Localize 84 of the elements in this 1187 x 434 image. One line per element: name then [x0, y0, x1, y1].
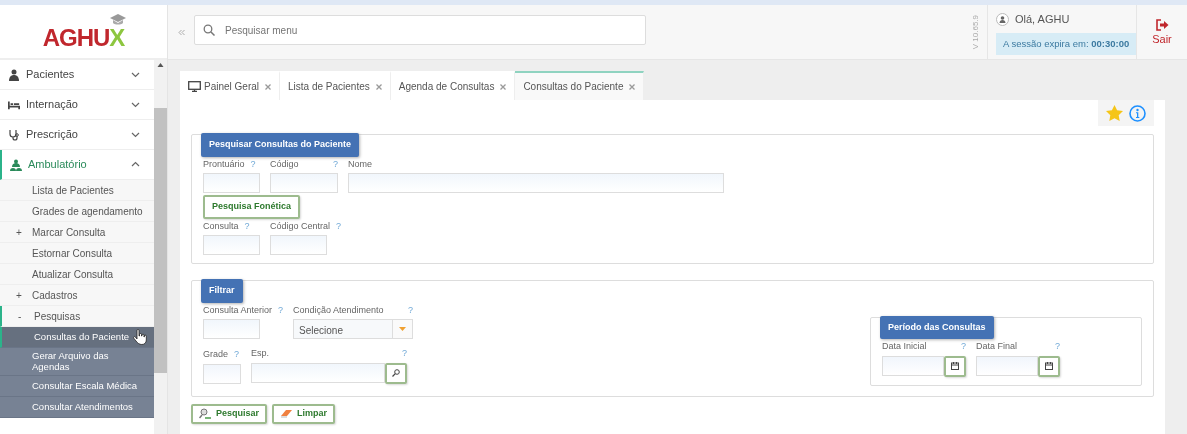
- session-timer: A sessão expira em: 00:30:00: [996, 32, 1137, 55]
- field-label: Nome: [348, 157, 372, 171]
- input-field[interactable]: [251, 362, 385, 383]
- field-label: Condição Atendimento: [293, 303, 384, 317]
- user-greeting: Olá, AGHU: [1015, 12, 1070, 27]
- info-icon: [1129, 104, 1146, 122]
- calendar-button[interactable]: [944, 355, 966, 377]
- search-icon: [203, 24, 215, 36]
- search-button[interactable]: [385, 362, 407, 384]
- search-field[interactable]: Pesquisar menu: [194, 15, 646, 45]
- toggle-sign[interactable]: -: [18, 308, 34, 324]
- clear-button[interactable]: Limpar: [272, 403, 336, 424]
- caret-down-icon: [399, 327, 407, 331]
- person-icon: [8, 68, 20, 81]
- chevron-down-icon: [131, 100, 140, 109]
- chevron-up-icon: [131, 160, 140, 169]
- sidebar-leaf[interactable]: Consultas do Paciente: [0, 327, 154, 348]
- sidebar-leaf[interactable]: Consultar Escala Médica: [0, 375, 154, 397]
- input-field[interactable]: [976, 355, 1038, 376]
- version-label: V 10.65.9: [969, 14, 981, 50]
- phonetic-search-button[interactable]: Pesquisa Fonética: [203, 195, 301, 219]
- sign-out-icon: [1155, 19, 1169, 31]
- chevron-down-icon: [131, 70, 140, 79]
- sidebar-subitem[interactable]: Grades de agendamento: [0, 201, 154, 222]
- logo: AGHU: [42, 24, 110, 51]
- sidebar-leaf[interactable]: Consultar Atendimentos: [0, 396, 154, 418]
- field-label: Consulta Anterior: [203, 303, 273, 317]
- sidebar-subitem[interactable]: Lista de Pacientes: [0, 180, 154, 201]
- calendar-button[interactable]: [1038, 355, 1060, 377]
- input-field[interactable]: [203, 319, 260, 339]
- sidebar-item[interactable]: Ambulatório: [0, 150, 154, 180]
- close-icon: [265, 83, 272, 90]
- tab[interactable]: Consultas do Paciente: [515, 71, 645, 100]
- calendar-icon: [1045, 362, 1053, 370]
- field-label: Prontuário: [203, 157, 245, 171]
- input-field[interactable]: [203, 363, 241, 384]
- toggle-sign[interactable]: +: [16, 287, 32, 303]
- input-field[interactable]: [203, 173, 260, 193]
- field-label: Grade: [203, 348, 228, 361]
- search-icon: [392, 369, 400, 377]
- chevron-down-icon: [131, 130, 140, 139]
- tab[interactable]: Agenda de Consultas: [390, 71, 516, 100]
- field-label: Esp.: [251, 347, 269, 360]
- sidebar-subitem[interactable]: Atualizar Consulta: [0, 264, 154, 285]
- field-label: Código: [270, 157, 299, 171]
- field-label: Código Central: [270, 219, 331, 233]
- fieldset-legend: Pesquisar Consultas do Paciente: [201, 133, 360, 157]
- input-field[interactable]: [882, 355, 944, 376]
- fieldset-legend: Período das Consultas: [880, 315, 994, 339]
- calendar-icon: [951, 362, 959, 370]
- close-icon: [375, 83, 382, 90]
- tab[interactable]: Lista de Pacientes: [280, 71, 391, 100]
- star-icon: [1106, 105, 1123, 121]
- input-field[interactable]: [270, 235, 327, 255]
- sidebar-subitem[interactable]: Estornar Consulta: [0, 243, 154, 264]
- input-field[interactable]: [270, 173, 338, 193]
- input-field[interactable]: [203, 235, 260, 255]
- magnifier-icon: [199, 407, 212, 420]
- people-icon: [10, 158, 22, 171]
- sidebar-leaf[interactable]: Gerar Arquivo das Agendas: [0, 348, 154, 376]
- search-input[interactable]: Pesquisar menu: [223, 21, 645, 39]
- close-icon: [500, 83, 507, 90]
- sidebar-subitem[interactable]: Pesquisas: [34, 308, 81, 324]
- field-label: Consulta: [203, 219, 239, 233]
- stethoscope-icon: [8, 128, 20, 141]
- close-icon: [629, 83, 636, 90]
- eraser-icon: [280, 408, 294, 419]
- hand-pointer-icon: [133, 329, 148, 345]
- logout-button[interactable]: Sair: [1137, 5, 1187, 59]
- search-button[interactable]: Pesquisar: [191, 403, 268, 424]
- double-chevron-left-icon: [177, 28, 185, 36]
- field-label: Data Final: [976, 340, 1018, 353]
- monitor-icon: [188, 81, 201, 92]
- sidebar-subitem[interactable]: Marcar Consulta: [32, 224, 106, 240]
- input-field[interactable]: [348, 173, 724, 193]
- tab[interactable]: Painel Geral: [180, 71, 281, 100]
- graduation-cap-icon: [110, 14, 127, 26]
- fieldset-legend: Filtrar: [201, 279, 243, 303]
- logo-accent: X: [109, 24, 125, 51]
- toggle-sign[interactable]: +: [16, 224, 32, 240]
- sidebar-subitem[interactable]: Cadastros: [32, 287, 78, 303]
- dropdown[interactable]: Selecione: [293, 319, 414, 339]
- user-icon: [996, 12, 1009, 26]
- field-label: Data Inicial: [882, 340, 927, 353]
